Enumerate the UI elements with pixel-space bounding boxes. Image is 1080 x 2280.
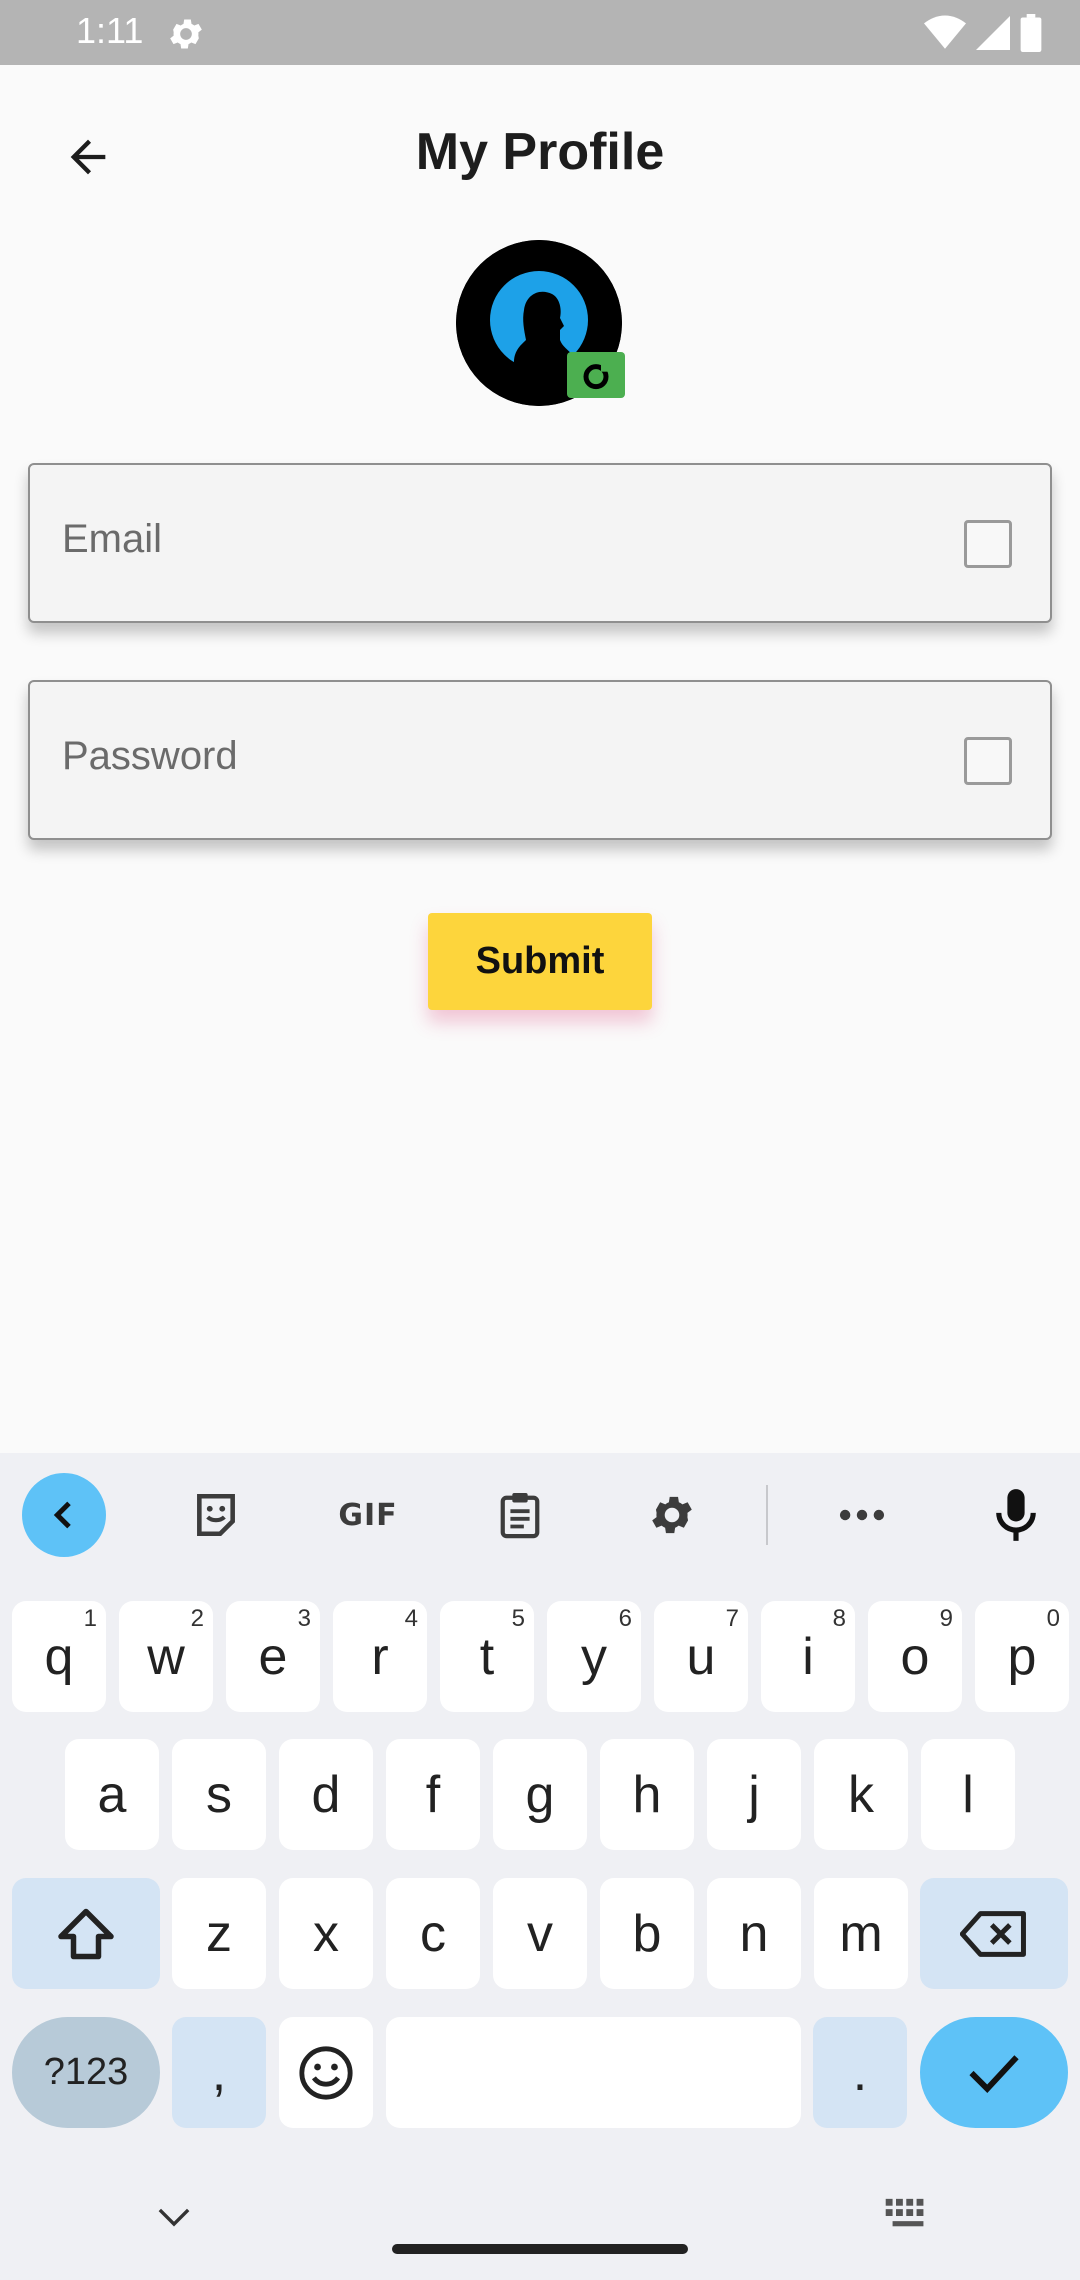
password-field[interactable]: Password bbox=[28, 680, 1052, 840]
home-pill[interactable] bbox=[392, 2244, 688, 2254]
mic-icon bbox=[996, 1489, 1036, 1541]
keyboard-icon[interactable] bbox=[884, 2196, 932, 2236]
chevron-down-icon bbox=[158, 2208, 190, 2227]
key-s[interactable]: s bbox=[172, 1739, 266, 1850]
key-w[interactable]: w2 bbox=[119, 1601, 213, 1712]
emoji-icon bbox=[299, 2045, 353, 2100]
app-bar: My Profile bbox=[0, 65, 1080, 245]
key-i[interactable]: i8 bbox=[761, 1601, 855, 1712]
key-v[interactable]: v bbox=[493, 1878, 587, 1989]
key-e[interactable]: e3 bbox=[226, 1601, 320, 1712]
clipboard-button[interactable] bbox=[478, 1473, 562, 1557]
more-icon bbox=[839, 1509, 885, 1521]
sticker-icon bbox=[197, 1493, 235, 1537]
key-p[interactable]: p0 bbox=[975, 1601, 1069, 1712]
camera-badge[interactable] bbox=[567, 352, 625, 398]
key-t[interactable]: t5 bbox=[440, 1601, 534, 1712]
shift-icon bbox=[58, 1908, 114, 1959]
settings-icon bbox=[652, 1496, 692, 1534]
voice-input-button[interactable] bbox=[974, 1473, 1058, 1557]
email-field[interactable]: Email bbox=[28, 463, 1052, 623]
key-r[interactable]: r4 bbox=[333, 1601, 427, 1712]
keyboard-toolbar: GIF bbox=[0, 1453, 1080, 1583]
gif-label: GIF bbox=[338, 1497, 398, 1533]
email-placeholder: Email bbox=[62, 517, 163, 561]
profile-avatar-button[interactable] bbox=[456, 240, 625, 408]
key-z[interactable]: z bbox=[172, 1878, 266, 1989]
period-key[interactable]: . bbox=[813, 2017, 907, 2128]
status-bar: 1:11 bbox=[0, 0, 1080, 65]
keyboard-collapse-button[interactable] bbox=[22, 1473, 106, 1557]
camera-icon bbox=[583, 364, 610, 390]
status-time: 1:11 bbox=[76, 10, 144, 51]
key-x[interactable]: x bbox=[279, 1878, 373, 1989]
sticker-button[interactable] bbox=[174, 1473, 258, 1557]
backspace-icon bbox=[960, 1910, 1026, 1957]
key-a[interactable]: a bbox=[65, 1739, 159, 1850]
gif-button[interactable]: GIF bbox=[326, 1473, 410, 1557]
status-icons bbox=[924, 14, 1042, 52]
keyboard-settings-button[interactable] bbox=[630, 1473, 714, 1557]
key-l[interactable]: l bbox=[921, 1739, 1015, 1850]
more-button[interactable] bbox=[820, 1473, 904, 1557]
wifi-icon bbox=[924, 15, 966, 49]
settings-gear-icon bbox=[170, 19, 202, 49]
key-k[interactable]: k bbox=[814, 1739, 908, 1850]
symbols-key[interactable]: ?123 bbox=[12, 2017, 160, 2128]
chevron-left-icon bbox=[53, 1501, 71, 1529]
key-h[interactable]: h bbox=[600, 1739, 694, 1850]
key-g[interactable]: g bbox=[493, 1739, 587, 1850]
key-b[interactable]: b bbox=[600, 1878, 694, 1989]
key-u[interactable]: u7 bbox=[654, 1601, 748, 1712]
key-m[interactable]: m bbox=[814, 1878, 908, 1989]
key-y[interactable]: y6 bbox=[547, 1601, 641, 1712]
cell-signal-icon bbox=[976, 16, 1010, 50]
shift-key[interactable] bbox=[12, 1878, 160, 1989]
comma-key[interactable]: , bbox=[172, 2017, 266, 2128]
key-c[interactable]: c bbox=[386, 1878, 480, 1989]
key-j[interactable]: j bbox=[707, 1739, 801, 1850]
emoji-key[interactable] bbox=[279, 2017, 373, 2128]
space-key[interactable] bbox=[386, 2017, 801, 2128]
email-checkbox[interactable] bbox=[964, 520, 1012, 568]
password-placeholder: Password bbox=[62, 734, 238, 778]
key-f[interactable]: f bbox=[386, 1739, 480, 1850]
enter-key[interactable] bbox=[920, 2017, 1068, 2128]
checkmark-icon bbox=[969, 2054, 1019, 2093]
password-checkbox[interactable] bbox=[964, 737, 1012, 785]
submit-button[interactable]: Submit bbox=[428, 913, 652, 1010]
battery-icon bbox=[1020, 14, 1042, 52]
toolbar-divider bbox=[766, 1485, 768, 1545]
key-d[interactable]: d bbox=[279, 1739, 373, 1850]
soft-keyboard: GIF q1 w2 e3 r4 t5 y6 u7 i8 o9 p0 a s d … bbox=[0, 1453, 1080, 2280]
page-title: My Profile bbox=[415, 123, 665, 181]
key-n[interactable]: n bbox=[707, 1878, 801, 1989]
key-o[interactable]: o9 bbox=[868, 1601, 962, 1712]
key-q[interactable]: q1 bbox=[12, 1601, 106, 1712]
clipboard-icon bbox=[500, 1492, 540, 1539]
backspace-key[interactable] bbox=[920, 1878, 1068, 1989]
navigation-bar bbox=[0, 2160, 1080, 2280]
hide-keyboard-button[interactable] bbox=[146, 2192, 202, 2242]
